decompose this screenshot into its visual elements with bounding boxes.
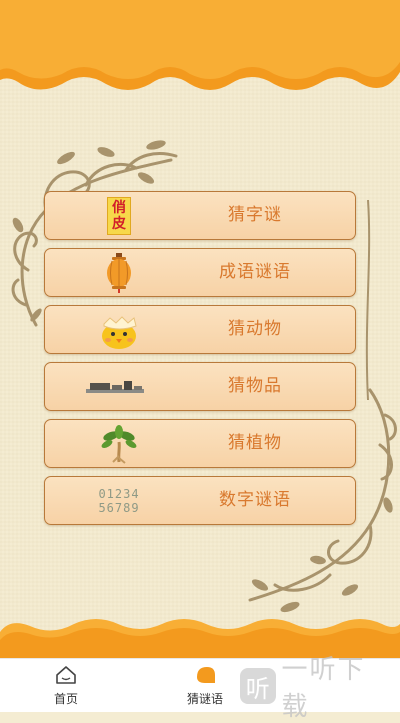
category-character-riddle[interactable]: 俏 皮 猜字谜 bbox=[44, 191, 356, 240]
category-label: 猜动物 bbox=[228, 319, 282, 339]
category-object-riddle[interactable]: 猜物品 bbox=[44, 362, 356, 411]
riddle-tab-icon bbox=[197, 667, 215, 683]
riddle-character-icon: 俏 皮 bbox=[93, 196, 145, 236]
category-plant-riddle[interactable]: 猜植物 bbox=[44, 419, 356, 468]
digits-icon: 01234 56789 bbox=[98, 487, 140, 515]
watermark-text: 一听下载 bbox=[281, 655, 366, 722]
lantern-icon bbox=[93, 253, 145, 293]
category-idiom-riddle[interactable]: 成语谜语 bbox=[44, 248, 356, 297]
plant-icon bbox=[93, 424, 145, 464]
home-icon bbox=[56, 666, 76, 684]
tab-home[interactable]: 首页 bbox=[11, 659, 121, 712]
side-vine bbox=[365, 200, 371, 400]
riddle-category-list: 俏 皮 猜字谜 成语谜语 猜动物 猜物品 猜植物 01234 56789 数字谜… bbox=[44, 191, 356, 533]
category-label: 猜物品 bbox=[228, 376, 282, 396]
category-animal-riddle[interactable]: 猜动物 bbox=[44, 305, 356, 354]
category-number-riddle[interactable]: 01234 56789 数字谜语 bbox=[44, 476, 356, 525]
top-banner bbox=[0, 0, 400, 90]
chick-icon bbox=[93, 310, 145, 350]
tab-home-label: 首页 bbox=[53, 692, 78, 706]
category-label: 猜字谜 bbox=[228, 205, 282, 225]
category-label: 猜植物 bbox=[228, 433, 282, 453]
watermark-badge: 听 bbox=[240, 668, 276, 704]
category-label: 成语谜语 bbox=[219, 262, 291, 282]
category-label: 数字谜语 bbox=[219, 490, 291, 510]
watermark: 听 一听下载 bbox=[240, 655, 392, 722]
object-icon bbox=[83, 367, 147, 407]
